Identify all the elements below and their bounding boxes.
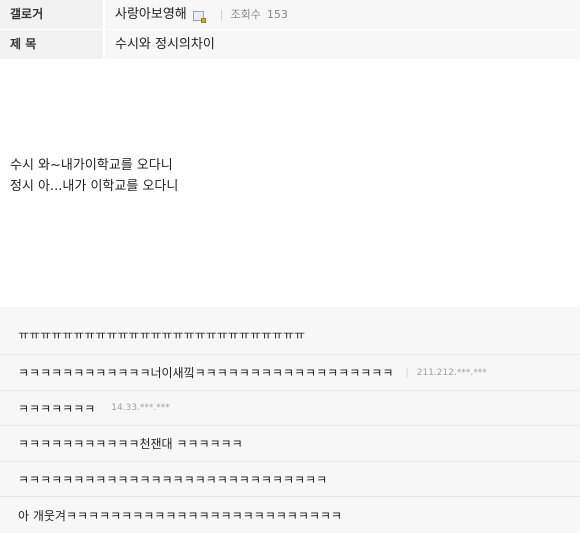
author-row: 갤로거 사랑아보영해 | 조회수 153 [0,0,580,30]
comment-list: ㅠㅠㅠㅠㅠㅠㅠㅠㅠㅠㅠㅠㅠㅠㅠㅠㅠㅠㅠㅠㅠㅠㅠㅠㅠㅠ ㅋㅋㅋㅋㅋㅋㅋㅋㅋㅋㅋㅋ너… [0,307,580,533]
title-label: 제 목 [0,30,105,59]
comment-item: ㅋㅋㅋㅋㅋㅋㅋㅋㅋㅋㅋ천잰대 ㅋㅋㅋㅋㅋㅋ [0,426,580,462]
post-line: 수시 와~내가이학교를 오다니 [10,158,173,173]
post-line: 정시 아...내가 이학교를 오다니 [10,179,179,194]
comment-text: ㅋㅋㅋㅋㅋㅋㅋㅋㅋㅋㅋ천잰대 ㅋㅋㅋㅋㅋㅋ [18,437,243,451]
comment-text: ㅋㅋㅋㅋㅋㅋㅋㅋㅋㅋㅋㅋㅋㅋㅋㅋㅋㅋㅋㅋㅋㅋㅋㅋㅋㅋㅋㅋ [18,472,328,487]
gallog-icon[interactable] [192,11,206,23]
separator: | [219,8,224,21]
post-title: 수시와 정시의차이 [105,30,580,59]
views-label: 조회수 [230,8,261,21]
comment-text: ㅋㅋㅋㅋㅋㅋㅋ [18,401,96,416]
comment-item: ㅋㅋㅋㅋㅋㅋㅋ 14.33.***.*** [0,391,580,426]
comment-item: ㅋㅋㅋㅋㅋㅋㅋㅋㅋㅋㅋㅋㅋㅋㅋㅋㅋㅋㅋㅋㅋㅋㅋㅋㅋㅋㅋㅋ [0,462,580,497]
comment-item: 아 개웃겨ㅋㅋㅋㅋㅋㅋㅋㅋㅋㅋㅋㅋㅋㅋㅋㅋㅋㅋㅋㅋㅋㅋㅋㅋㅋ [0,497,580,533]
comment-item: ㅠㅠㅠㅠㅠㅠㅠㅠㅠㅠㅠㅠㅠㅠㅠㅠㅠㅠㅠㅠㅠㅠㅠㅠㅠㅠ [0,307,580,355]
author-name[interactable]: 사랑아보영해 [115,0,187,29]
gallery-label: 갤로거 [0,0,105,29]
comment-ip: 14.33.***.*** [111,403,170,413]
post-body: 수시 와~내가이학교를 오다니 정시 아...내가 이학교를 오다니 [0,60,580,307]
comment-text: ㅋㅋㅋㅋㅋㅋㅋㅋㅋㅋㅋㅋ너이새낔ㅋㅋㅋㅋㅋㅋㅋㅋㅋㅋㅋㅋㅋㅋㅋㅋㅋㅋ [18,366,394,380]
title-row: 제 목 수시와 정시의차이 [0,30,580,60]
separator: | [405,367,409,378]
comment-text: ㅠㅠㅠㅠㅠㅠㅠㅠㅠㅠㅠㅠㅠㅠㅠㅠㅠㅠㅠㅠㅠㅠㅠㅠㅠㅠ [18,328,306,342]
post-header: 갤로거 사랑아보영해 | 조회수 153 제 목 수시와 정시의차이 [0,0,580,60]
views-count: 153 [266,8,288,21]
comment-item: ㅋㅋㅋㅋㅋㅋㅋㅋㅋㅋㅋㅋ너이새낔ㅋㅋㅋㅋㅋㅋㅋㅋㅋㅋㅋㅋㅋㅋㅋㅋㅋㅋ | 211… [0,355,580,391]
comment-ip: 211.212.***.*** [416,367,487,378]
comment-text: 아 개웃겨ㅋㅋㅋㅋㅋㅋㅋㅋㅋㅋㅋㅋㅋㅋㅋㅋㅋㅋㅋㅋㅋㅋㅋㅋㅋ [18,508,342,523]
author-info: 사랑아보영해 | 조회수 153 [105,0,580,29]
